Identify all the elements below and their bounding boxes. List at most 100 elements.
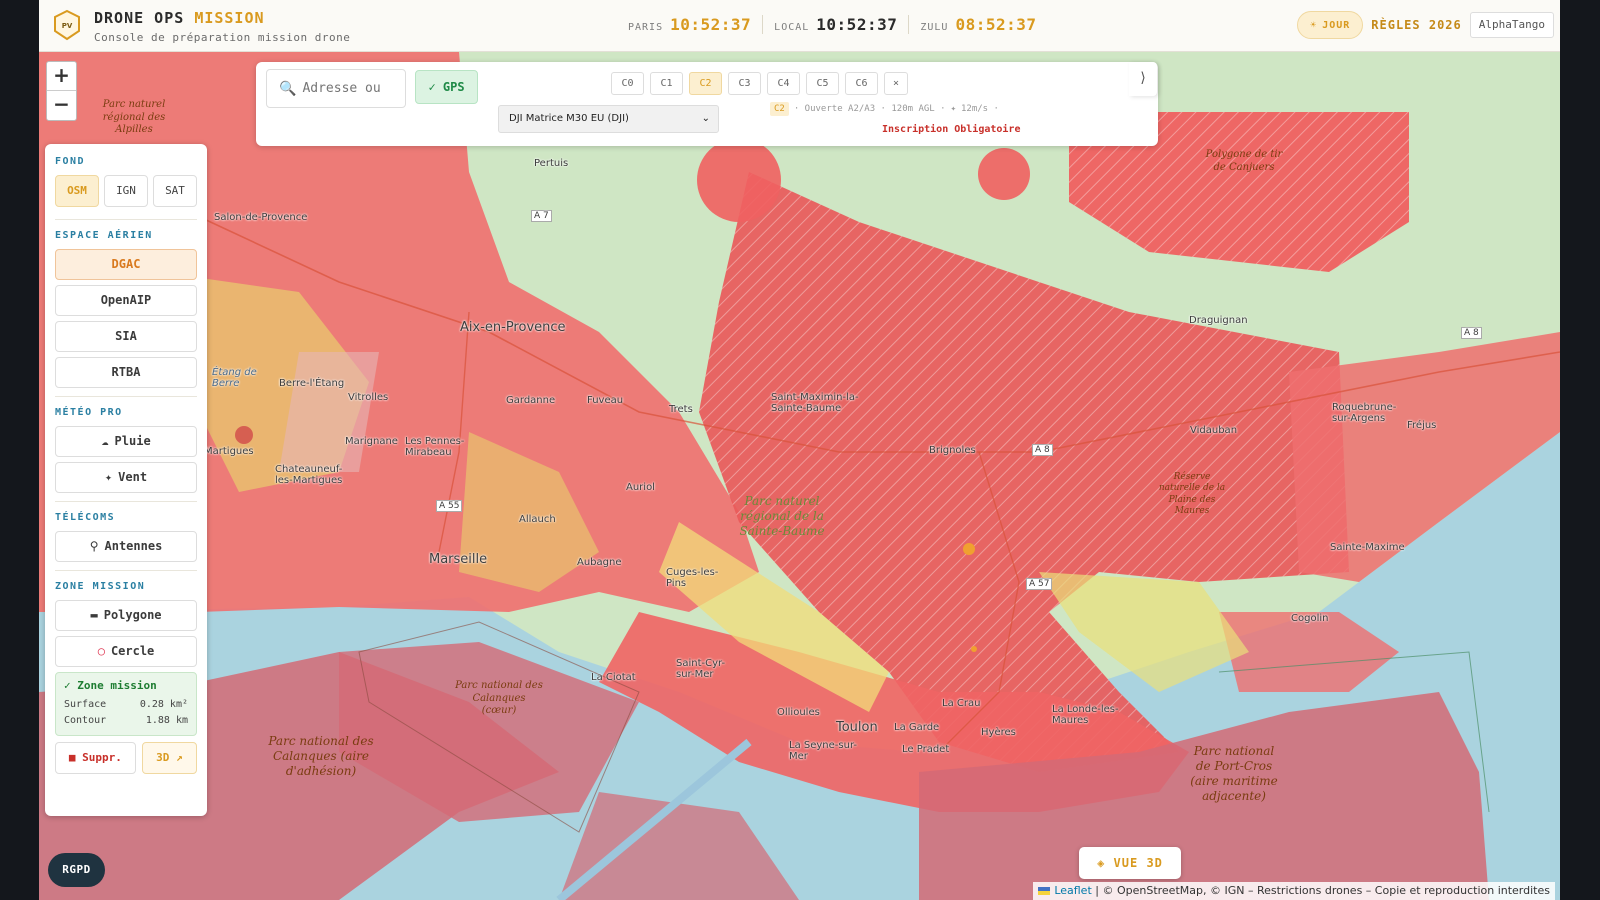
place-label: Martigues: [204, 446, 254, 457]
divider: [55, 501, 197, 502]
section-telecom: TÉLÉCOMS: [55, 512, 116, 523]
address-search[interactable]: 🔍: [266, 69, 406, 108]
day-mode-toggle[interactable]: ☀ JOUR: [1297, 11, 1364, 39]
place-label: La Londe-les-Maures: [1052, 704, 1119, 726]
place-label: Sainte-Maxime: [1330, 542, 1405, 553]
basemap-ign[interactable]: IGN: [104, 175, 148, 207]
zone-3d-button[interactable]: 3D ↗: [141, 742, 197, 774]
place-label: La Seyne-sur-Mer: [789, 740, 858, 762]
mission-control-bar: 🔍 ✓ GPS C0 C1 C2 C3 C4 C5 C6 × DJI Matri…: [256, 62, 1158, 146]
place-label: Trets: [669, 404, 693, 415]
divider: [55, 570, 197, 571]
basemap-osm[interactable]: OSM: [55, 175, 99, 207]
park-label: Parc national des Calanques (aire d'adhé…: [268, 734, 374, 778]
place-label: Marignane: [345, 436, 398, 447]
draw-polygon-button[interactable]: ▬ Polygone: [55, 600, 197, 631]
place-label: Saint-Cyr-sur-Mer: [676, 658, 726, 680]
layer-wind[interactable]: ✦ Vent: [55, 462, 197, 493]
clock-group: PARIS 10:52:37 LOCAL 10:52:37 ZULU 08:52…: [617, 15, 1048, 34]
surface-label: Surface: [64, 699, 107, 710]
drone-model-select[interactable]: DJI Matrice M30 EU (DJI) ⌄: [498, 105, 719, 133]
class-c2-button[interactable]: C2: [689, 72, 722, 95]
collapse-panel-button[interactable]: ⟩: [1129, 62, 1157, 96]
road-shield: A 7: [531, 210, 552, 222]
place-label: Aix-en-Provence: [460, 320, 566, 335]
place-label: Hyères: [981, 727, 1016, 738]
class-c3-button[interactable]: C3: [728, 72, 761, 95]
sun-icon: ☀: [1310, 19, 1318, 31]
class-c0-button[interactable]: C0: [611, 72, 644, 95]
place-label: Cogolin: [1291, 613, 1329, 624]
zoom-in-button[interactable]: +: [47, 62, 76, 91]
clock-paris: PARIS 10:52:37: [617, 15, 764, 34]
draw-circle-button[interactable]: ○ Cercle: [55, 636, 197, 667]
category-text: · Ouverte A2/A3 · 120m AGL ·: [793, 104, 946, 114]
zoom-control: + −: [46, 61, 77, 121]
mission-zone-summary: ✓ Zone mission Surface 0.28 km² Contour 1.…: [55, 672, 197, 736]
wind-icon: ✦: [950, 104, 956, 114]
layer-rtba[interactable]: RTBA: [55, 357, 197, 388]
layer-sia[interactable]: SIA: [55, 321, 197, 352]
place-label: Brignoles: [929, 445, 976, 456]
place-label: Pertuis: [534, 158, 569, 169]
section-mission: ZONE MISSION: [55, 581, 146, 592]
park-label: Réserve naturelle de la Plaine des Maure…: [1158, 472, 1226, 516]
place-label: Salon-de-Provence: [214, 212, 308, 223]
rgpd-button[interactable]: RGPD: [48, 853, 105, 887]
road-shield: A 8: [1032, 444, 1053, 456]
layer-antennas[interactable]: ⚲ Antennes: [55, 531, 197, 562]
rain-cloud-icon: ☁: [101, 434, 109, 448]
circle-icon: ○: [97, 644, 105, 658]
user-badge[interactable]: AlphaTango: [1469, 12, 1554, 38]
place-label: Gardanne: [506, 395, 556, 406]
zone-title: ✓ Zone mission: [64, 679, 157, 692]
place-label: La Garde: [894, 722, 940, 733]
view-3d-button[interactable]: ◈ VUE 3D: [1079, 847, 1181, 879]
chevron-down-icon: ⌄: [701, 113, 710, 124]
drone-class-selector: C0 C1 C2 C3 C4 C5 C6 ×: [611, 72, 908, 95]
class-c6-button[interactable]: C6: [845, 72, 878, 95]
shield-logo-icon: PV: [54, 9, 80, 41]
class-tag: C2: [770, 102, 789, 116]
place-label: Étang de Berre: [212, 367, 257, 389]
class-c4-button[interactable]: C4: [767, 72, 800, 95]
top-header: PV DRONE OPS MISSION Console de préparat…: [39, 0, 1560, 52]
place-label: Toulon: [836, 720, 878, 735]
clear-class-button[interactable]: ×: [884, 72, 908, 95]
divider: [55, 219, 197, 220]
surface-value: 0.28 km²: [139, 699, 188, 710]
airspace-map[interactable]: Salon-de-Provence Pertuis Aix-en-Provenc…: [39, 52, 1560, 900]
layer-openaip[interactable]: OpenAIP: [55, 285, 197, 316]
place-label: Chateauneuf-les-Martigues: [275, 464, 343, 486]
polygon-icon: ▬: [90, 608, 98, 622]
flag-icon: [1038, 887, 1051, 895]
search-icon: 🔍: [279, 80, 297, 97]
section-fond: FOND: [55, 156, 86, 167]
clock-local: LOCAL 10:52:37: [763, 15, 910, 34]
class-c1-button[interactable]: C1: [650, 72, 683, 95]
delete-zone-button[interactable]: ■ Suppr.: [55, 742, 136, 774]
park-label: Parc national des Calanques (cœur): [455, 680, 543, 716]
attribution-text: | © OpenStreetMap, © IGN – Restrictions …: [1091, 884, 1550, 897]
road-shield: A 57: [1026, 578, 1053, 590]
wind-text: 12m/s ·: [960, 104, 999, 114]
class-c5-button[interactable]: C5: [806, 72, 839, 95]
park-label: Polygone de tir de Canjuers: [1205, 149, 1283, 173]
registration-warning: Inscription Obligatoire: [882, 124, 1021, 135]
gps-button[interactable]: ✓ GPS: [415, 70, 478, 104]
zoom-out-button[interactable]: −: [47, 91, 76, 120]
park-label: Parc national de Port-Cros (aire maritim…: [1190, 744, 1278, 803]
place-label: Vidauban: [1190, 425, 1238, 436]
app-subtitle: Console de préparation mission drone: [94, 31, 351, 44]
rules-link[interactable]: RÈGLES 2026: [1371, 18, 1461, 32]
app-title: DRONE OPS MISSION: [94, 9, 265, 27]
layer-rain[interactable]: ☁ Pluie: [55, 426, 197, 457]
road-shield: A 55: [436, 500, 463, 512]
layer-dgac[interactable]: DGAC: [55, 249, 197, 280]
place-label: Marseille: [429, 552, 488, 567]
place-label: Le Pradet: [902, 744, 950, 755]
leaflet-link[interactable]: Leaflet: [1054, 884, 1091, 897]
basemap-sat[interactable]: SAT: [153, 175, 197, 207]
address-input[interactable]: [302, 81, 403, 96]
section-meteo: MÉTÉO PRO: [55, 407, 123, 418]
